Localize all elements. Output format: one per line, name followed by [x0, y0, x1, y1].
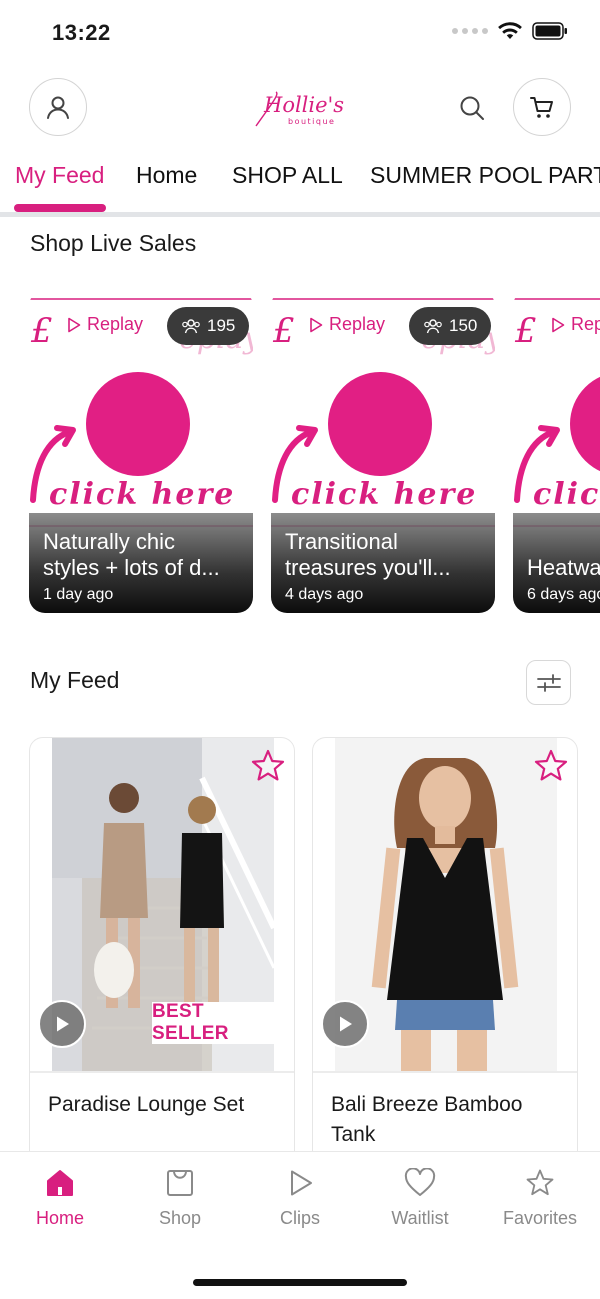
product-card[interactable]: BEST SELLER Paradise Lounge Set	[29, 737, 295, 1167]
viewer-count: 195	[207, 316, 236, 335]
replay-label: Replay	[329, 314, 386, 334]
shopping-bag-icon	[167, 1170, 193, 1196]
click-here-text: click here	[49, 477, 235, 512]
search-button[interactable]	[456, 92, 488, 124]
user-icon	[47, 96, 69, 119]
status-time: 13:22	[52, 20, 111, 45]
live-card-title: Transitional treasures you'll...	[285, 529, 451, 580]
tab-shop-all[interactable]: SHOP ALL	[232, 162, 343, 189]
nav-shop[interactable]: Shop	[120, 1168, 240, 1229]
app-header: Hollie's boutique	[0, 78, 600, 138]
live-card-time: 1 day ago	[43, 586, 114, 603]
favorite-star-icon[interactable]	[250, 748, 286, 784]
nav-label: Clips	[279, 1208, 320, 1228]
status-bar: 13:22	[0, 0, 600, 66]
nav-label: Waitlist	[391, 1208, 449, 1228]
play-icon	[340, 1016, 352, 1032]
viewers-icon	[424, 319, 442, 334]
status-icons	[452, 22, 568, 40]
search-icon	[460, 96, 484, 120]
logo-subtext: boutique	[288, 117, 335, 126]
product-name: Paradise Lounge Set	[48, 1093, 245, 1116]
star-icon	[526, 1169, 554, 1196]
nav-label: Shop	[158, 1208, 202, 1228]
feed-section-title: My Feed	[30, 667, 120, 693]
nav-clips[interactable]: Clips	[240, 1168, 360, 1229]
click-here-text: click here	[291, 477, 477, 512]
viewer-count-badge: 150	[409, 307, 492, 345]
product-name: Bali Breeze Bamboo Tank	[331, 1093, 523, 1146]
svg-text:£: £	[30, 311, 53, 351]
live-card[interactable]: £ Replay click here Heatwave 6 days ago	[513, 290, 600, 613]
svg-text:click here: click here	[533, 477, 600, 512]
product-card[interactable]: Bali Breeze Bamboo Tank	[312, 737, 578, 1167]
tab-summer-pool-party[interactable]: SUMMER POOL PARTY	[370, 162, 600, 189]
cart-icon	[530, 97, 553, 118]
tabs-divider	[0, 212, 600, 217]
home-icon	[47, 1170, 73, 1196]
brand-logo[interactable]: Hollie's boutique	[250, 86, 350, 130]
product-divider	[313, 1071, 577, 1073]
cart-button[interactable]	[513, 78, 571, 136]
product-divider	[30, 1071, 294, 1073]
play-outline-icon	[552, 317, 565, 332]
active-tab-indicator	[14, 204, 106, 212]
play-icon	[291, 1170, 312, 1196]
live-card-time: 4 days ago	[285, 586, 364, 603]
tab-my-feed[interactable]: My Feed	[15, 162, 104, 189]
battery-icon	[532, 22, 567, 40]
tab-home[interactable]: Home	[136, 162, 197, 189]
nav-waitlist[interactable]: Waitlist	[360, 1168, 480, 1229]
video-play-button[interactable]	[321, 1000, 369, 1048]
replay-indicator: Replay	[309, 314, 385, 335]
replay-indicator: Replay	[67, 314, 143, 335]
live-card-time: 6 days ago	[527, 586, 600, 603]
live-card-title: Heatwave	[527, 555, 600, 580]
viewers-icon	[182, 319, 200, 334]
svg-text:£: £	[514, 311, 537, 351]
account-button[interactable]	[29, 78, 87, 136]
live-card[interactable]: £ eplay Replay 195 click here Naturally …	[29, 290, 253, 613]
bottom-navigation: Home Shop Clips Waitlist Favorites	[0, 1151, 600, 1299]
nav-label: Home	[35, 1208, 84, 1228]
replay-label: Replay	[87, 314, 144, 334]
replay-indicator: Replay	[551, 314, 600, 335]
logo-text: Hollie's	[263, 93, 344, 117]
live-card-title: Naturally chic styles + lots of d...	[43, 529, 220, 580]
svg-text:click here: click here	[49, 477, 235, 512]
filter-button[interactable]	[526, 660, 571, 705]
best-seller-badge: BEST SELLER	[152, 1001, 280, 1044]
video-play-button[interactable]	[38, 1000, 86, 1048]
heart-icon	[404, 1168, 436, 1196]
nav-favorites[interactable]: Favorites	[480, 1168, 600, 1229]
svg-text:£: £	[272, 311, 295, 351]
play-outline-icon	[68, 317, 81, 332]
play-outline-icon	[310, 317, 323, 332]
sliders-icon	[536, 673, 561, 692]
signal-icon	[452, 28, 488, 34]
viewer-count-badge: 195	[167, 307, 250, 345]
click-here-text: click here	[533, 477, 600, 512]
nav-home[interactable]: Home	[0, 1168, 120, 1229]
nav-label: Favorites	[502, 1208, 578, 1228]
favorite-star-icon[interactable]	[533, 748, 569, 784]
top-tabs: My Feed Home SHOP ALL SUMMER POOL PARTY	[0, 150, 600, 216]
home-indicator	[193, 1279, 407, 1286]
wifi-icon	[498, 22, 522, 39]
play-icon	[57, 1016, 69, 1032]
viewer-count: 150	[449, 316, 478, 335]
live-card[interactable]: £ eplay Replay 150 click here Transition…	[271, 290, 495, 613]
replay-label: Replay	[571, 314, 600, 334]
svg-text:click here: click here	[291, 477, 477, 512]
live-section-title: Shop Live Sales	[30, 230, 197, 256]
